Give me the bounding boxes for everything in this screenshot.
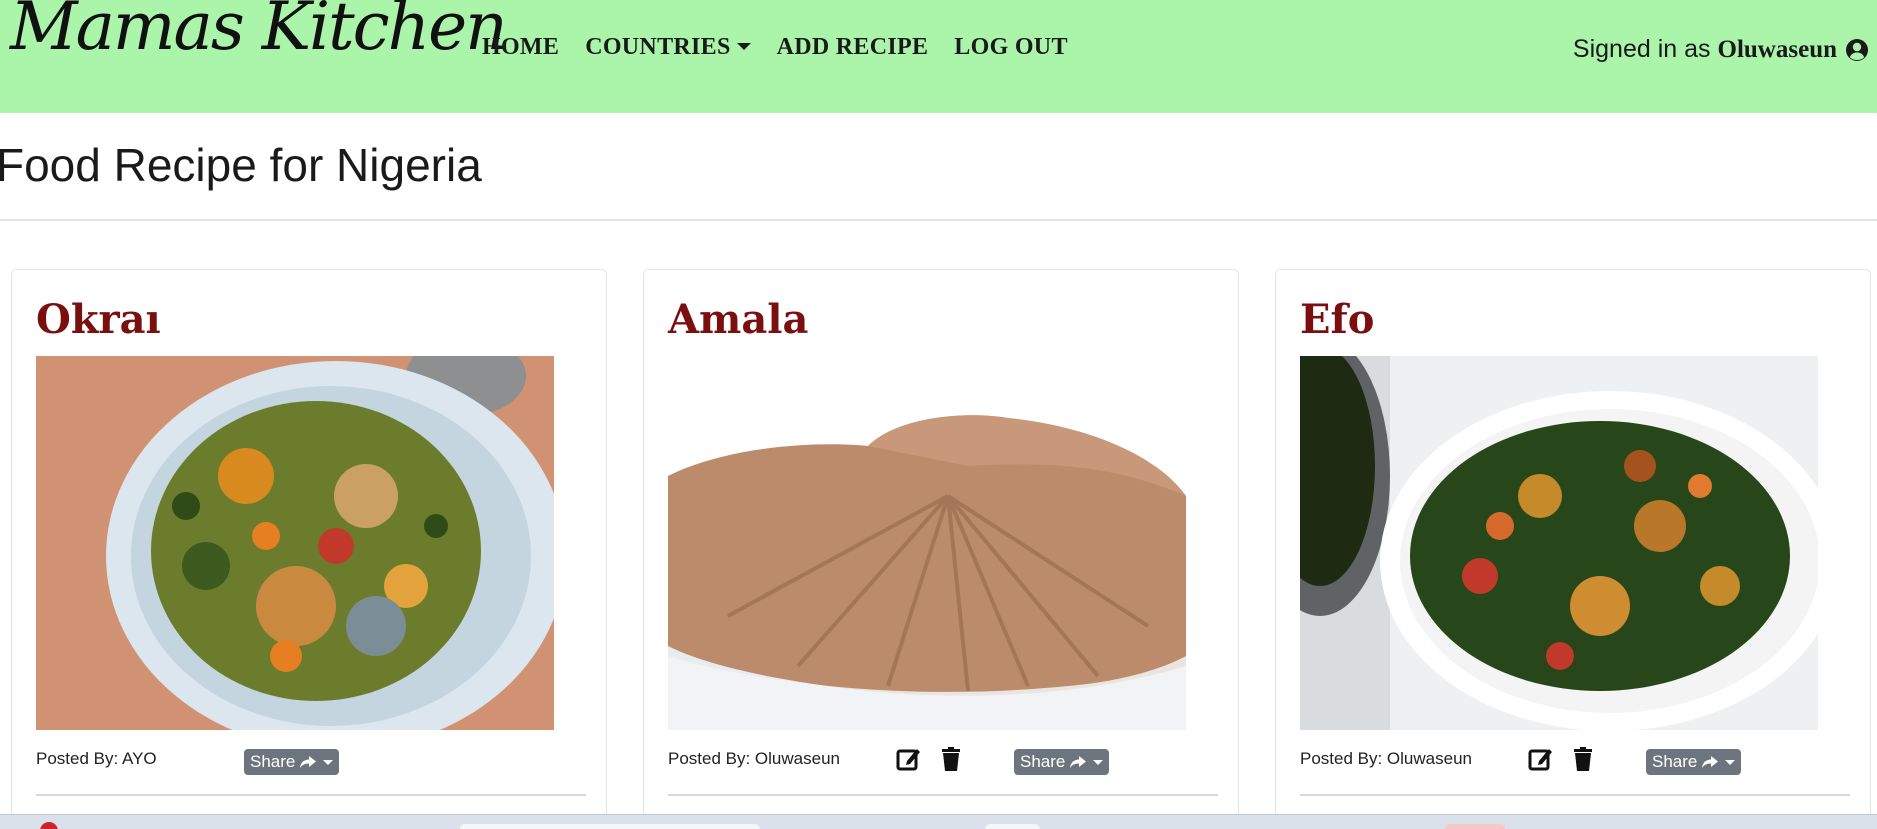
- edit-icon[interactable]: [896, 746, 922, 772]
- caret-down-icon: [1725, 759, 1736, 765]
- taskbar-app-icon[interactable]: [1445, 824, 1505, 829]
- user-circle-icon: [1846, 38, 1868, 61]
- recipe-card-efo: Efo Posted By: Oluwaseun Share: [1275, 269, 1871, 829]
- recipe-title[interactable]: Okraı: [36, 296, 161, 343]
- card-divider: [668, 794, 1218, 796]
- recipe-image-amala[interactable]: [668, 356, 1186, 730]
- share-button[interactable]: Share: [1014, 749, 1110, 775]
- edit-icon[interactable]: [1528, 746, 1554, 772]
- nav-links: HOME COUNTRIES ADD RECIPE LOG OUT: [482, 34, 1094, 61]
- taskbar-app-icon[interactable]: [985, 824, 1040, 829]
- navbar: Mamas Kitchen HOME COUNTRIES ADD RECIPE …: [0, 0, 1877, 113]
- nav-countries[interactable]: COUNTRIES: [585, 34, 751, 61]
- share-label: Share: [1020, 752, 1066, 771]
- recipe-image-efo[interactable]: [1300, 356, 1818, 730]
- nav-add-recipe[interactable]: ADD RECIPE: [777, 34, 929, 61]
- divider: [0, 219, 1877, 221]
- nav-home[interactable]: HOME: [482, 34, 559, 61]
- recipe-card-footer: Posted By: Oluwaseun Share: [668, 741, 1218, 775]
- signed-in-status: Signed in as Oluwaseun: [1573, 35, 1869, 64]
- taskbar-search[interactable]: [460, 824, 760, 829]
- caret-down-icon: [736, 43, 751, 50]
- recipe-card-footer: Posted By: Oluwaseun Share: [1300, 741, 1850, 775]
- share-button[interactable]: Share: [244, 749, 340, 775]
- recipe-title[interactable]: Amala: [668, 296, 808, 343]
- card-divider: [36, 794, 586, 796]
- posted-by: Posted By: AYO: [36, 749, 157, 768]
- recipe-title[interactable]: Efo: [1300, 296, 1374, 343]
- caret-down-icon: [323, 759, 334, 765]
- recipe-card-okra: Okraı Posted By: AYO Share: [11, 269, 607, 829]
- nav-log-out[interactable]: LOG OUT: [954, 34, 1067, 61]
- delete-icon[interactable]: [938, 746, 964, 772]
- recipe-image-okra[interactable]: [36, 356, 554, 730]
- posted-by: Posted By: Oluwaseun: [668, 749, 840, 768]
- recipe-card-amala: Amala Posted By: Oluwaseun Share: [643, 269, 1239, 829]
- signed-in-prefix: Signed in as: [1572, 35, 1711, 63]
- share-arrow-icon: [1070, 756, 1087, 768]
- page-title: Food Recipe for Nigeria: [0, 139, 482, 191]
- signed-in-username: Oluwaseun: [1717, 35, 1837, 63]
- share-arrow-icon: [300, 756, 317, 768]
- posted-by: Posted By: Oluwaseun: [1300, 749, 1472, 768]
- share-button[interactable]: Share: [1646, 749, 1742, 775]
- share-label: Share: [250, 752, 296, 771]
- brand-logo[interactable]: Mamas Kitchen: [10, 0, 508, 60]
- share-arrow-icon: [1702, 756, 1719, 768]
- card-divider: [1300, 794, 1850, 796]
- delete-icon[interactable]: [1570, 746, 1596, 772]
- caret-down-icon: [1093, 759, 1104, 765]
- taskbar: [0, 814, 1877, 829]
- share-label: Share: [1652, 752, 1698, 771]
- recipe-card-footer: Posted By: AYO Share: [36, 741, 586, 775]
- nav-countries-label: COUNTRIES: [585, 34, 731, 60]
